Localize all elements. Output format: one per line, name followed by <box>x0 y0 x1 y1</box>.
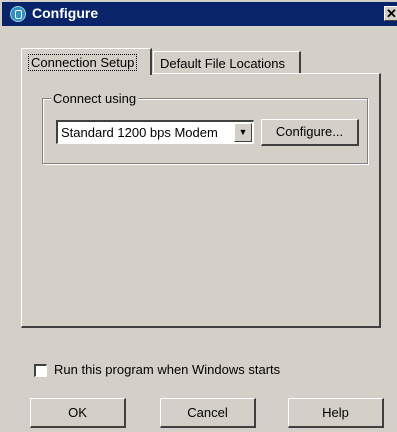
connect-using-select-value: Standard 1200 bps Modem <box>61 125 218 140</box>
cancel-button[interactable]: Cancel <box>160 398 256 428</box>
close-button[interactable]: ✕ <box>384 6 397 21</box>
configure-dialog: Configure ✕ Connection Setup Default Fil… <box>0 0 397 432</box>
tab-default-file-locations-label: Default File Locations <box>160 56 286 71</box>
configure-button[interactable]: Configure... <box>261 119 359 146</box>
window-title: Configure <box>32 5 99 21</box>
app-icon <box>10 6 26 22</box>
help-button[interactable]: Help <box>288 398 384 428</box>
tab-connection-setup-label: Connection Setup <box>27 54 138 71</box>
connect-using-select[interactable]: Standard 1200 bps Modem ▼ <box>56 120 254 144</box>
run-on-startup-label[interactable]: Run this program when Windows starts <box>54 362 280 377</box>
ok-button[interactable]: OK <box>30 398 126 428</box>
run-on-startup-checkbox[interactable] <box>34 364 47 377</box>
connect-using-label: Connect using <box>51 91 139 106</box>
tab-default-file-locations[interactable]: Default File Locations <box>153 51 301 74</box>
tab-connection-setup[interactable]: Connection Setup <box>21 48 152 75</box>
dropdown-arrow-icon[interactable]: ▼ <box>234 123 252 142</box>
title-bar[interactable]: Configure ✕ <box>2 2 397 26</box>
